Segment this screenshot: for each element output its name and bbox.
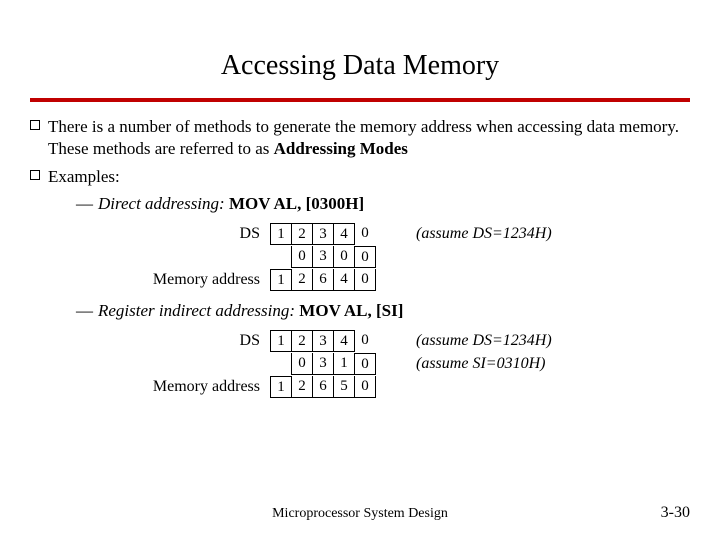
table-register-indirect: DS 1 2 3 4 0 (assume DS=1234H) 0 3 1 0 (…: [130, 329, 690, 398]
cell: [270, 353, 292, 375]
bullet-icon: [30, 120, 40, 130]
row-label-mem: Memory address: [130, 378, 270, 396]
dash-icon: —: [76, 301, 98, 321]
cell: 0: [354, 246, 376, 268]
cell: 2: [291, 330, 313, 352]
cell: 1: [270, 330, 292, 352]
cell: 0: [291, 246, 313, 268]
cell: 2: [291, 269, 313, 291]
cell: 0: [354, 223, 376, 245]
row-label-ds: DS: [130, 332, 270, 350]
cell: 3: [312, 223, 334, 245]
assume-ds: (assume DS=1234H): [416, 225, 552, 243]
cell: 1: [270, 376, 292, 398]
page-number: 3-30: [661, 504, 690, 522]
cell: 3: [312, 246, 334, 268]
cell: 2: [291, 376, 313, 398]
cell: 1: [333, 353, 355, 375]
cell: 2: [291, 223, 313, 245]
row-label-ds: DS: [130, 225, 270, 243]
cell: 0: [354, 376, 376, 398]
row-label-mem: Memory address: [130, 271, 270, 289]
cell: 5: [333, 376, 355, 398]
bullet-text: Examples:: [48, 166, 120, 188]
dash-icon: —: [76, 194, 98, 214]
assume-ds-2: (assume DS=1234H): [416, 332, 552, 350]
term-addressing-modes: Addressing Modes: [274, 139, 408, 158]
example-register-indirect: — Register indirect addressing: MOV AL, …: [76, 301, 690, 321]
table-direct: DS 1 2 3 4 0 (assume DS=1234H) 0 3 0 0 M…: [130, 222, 690, 291]
cell: [270, 246, 292, 268]
code-direct: MOV AL, [0300H]: [229, 194, 364, 213]
bullet-examples: Examples:: [30, 166, 690, 188]
example-direct: — Direct addressing: MOV AL, [0300H]: [76, 194, 690, 214]
cell: 0: [354, 330, 376, 352]
cell: 4: [333, 269, 355, 291]
cell: 4: [333, 223, 355, 245]
cell: 6: [312, 376, 334, 398]
cell: 3: [312, 353, 334, 375]
cell: 1: [270, 223, 292, 245]
cell: 3: [312, 330, 334, 352]
bullet-addressing-modes: There is a number of methods to generate…: [30, 116, 690, 160]
bullet-text: There is a number of methods to generate…: [48, 116, 690, 160]
cell: 4: [333, 330, 355, 352]
cell: 0: [354, 269, 376, 291]
cell: 0: [354, 353, 376, 375]
cell: 0: [291, 353, 313, 375]
cell: 6: [312, 269, 334, 291]
cell: 0: [333, 246, 355, 268]
title-rule: [30, 98, 690, 102]
bullet-icon: [30, 170, 40, 180]
assume-si: (assume SI=0310H): [416, 355, 545, 373]
slide-title: Accessing Data Memory: [30, 0, 690, 92]
cell: 1: [270, 269, 292, 291]
code-register-indirect: MOV AL, [SI]: [299, 301, 403, 320]
footer-text: Microprocessor System Design: [0, 506, 720, 522]
